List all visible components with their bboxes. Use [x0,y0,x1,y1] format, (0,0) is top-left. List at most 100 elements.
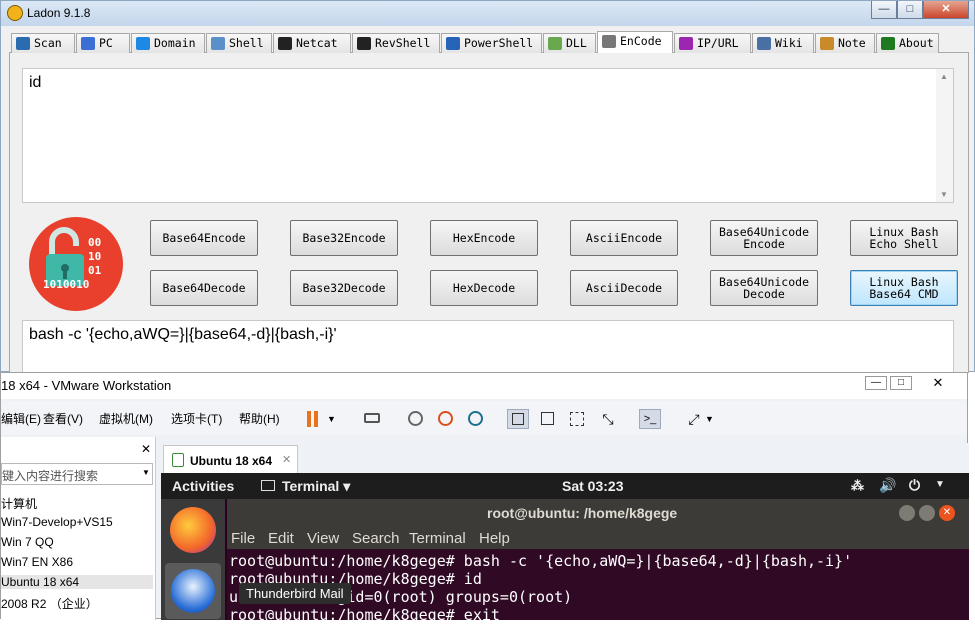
base32decode-button[interactable]: Base32Decode [290,270,398,306]
library-item[interactable]: 2008 R2 （企业） [1,595,98,612]
snapshot-manager-icon[interactable] [465,409,487,429]
base32encode-button[interactable]: Base32Encode [290,220,398,256]
tab-scan[interactable]: Scan [11,33,75,53]
library-item[interactable]: Win7 EN X86 [1,555,73,569]
type-icon [679,37,693,50]
vmware-menu-toolbar: 编辑(E) 查看(V) 虚拟机(M) 选项卡(T) 帮助(H) ▼ ⤡ >_ ⤢… [1,401,967,435]
stretch-dropdown-icon[interactable]: ▼ [705,409,727,429]
fullscreen-icon[interactable] [567,409,589,429]
tab-dll[interactable]: DLL [543,33,596,53]
chevron-down-icon[interactable]: ▼ [327,409,349,429]
terminal-menu-search[interactable]: Search [352,530,400,547]
tab-domain[interactable]: Domain [131,33,205,53]
sidebar-toggle-icon[interactable] [507,409,529,429]
terminal-menu-edit[interactable]: Edit [268,530,294,547]
terminal-menu-view[interactable]: View [307,530,339,547]
output-textbox[interactable]: bash -c '{echo,aWQ=}|{base64,-d}|{bash,-… [22,320,954,380]
terminal-menu-terminal[interactable]: Terminal [409,530,466,547]
tab-pc[interactable]: PC [76,33,130,53]
linux-bash-base64-cmd-button[interactable]: Linux Bash Base64 CMD [850,270,958,306]
close-button[interactable]: ✕ [923,1,969,19]
vm-minimize-button[interactable]: — [865,376,887,390]
tab-wiki[interactable]: Wiki [752,33,814,53]
terminal-view-icon[interactable]: >_ [639,409,661,429]
vmware-title-bar: 18 x64 - VMware Workstation — □ ✕ [1,373,967,399]
snapshot-icon[interactable] [405,409,427,429]
minimize-button[interactable]: — [871,1,897,19]
dock-active-slot [165,563,221,619]
term-minimize-button[interactable] [899,505,915,521]
thunderbird-icon[interactable] [171,569,215,613]
ladon-app-icon [7,5,23,21]
terminal-menu-file[interactable]: File [231,530,255,547]
base64decode-button[interactable]: Base64Decode [150,270,258,306]
term-close-button[interactable]: ✕ [939,505,955,521]
ubuntu-screen: Activities Terminal ▾ Sat 03:23 ⁂ 🔊 ⏻ ▼ … [161,473,969,624]
unity-icon[interactable]: ⤡ [597,409,619,429]
hexencode-button[interactable]: HexEncode [430,220,538,256]
base64unicode-decode-button[interactable]: Base64Unicode Decode [710,270,818,306]
input-scrollbar[interactable]: ▲ ▼ [936,69,953,202]
cmd-icon [357,37,371,50]
wiki-icon [757,37,771,50]
ie-icon [136,37,150,50]
menu-tabs[interactable]: 选项卡(T) [171,410,222,427]
base64unicode-encode-button[interactable]: Base64Unicode Encode [710,220,818,256]
tab-close-icon[interactable]: ✕ [282,453,291,466]
activities-button[interactable]: Activities [172,478,234,494]
terminal-menu-help[interactable]: Help [479,530,510,547]
maximize-button[interactable]: □ [897,1,923,19]
tab-powershell[interactable]: PowerShell [441,33,542,53]
network-icon[interactable]: ⁂ [851,478,864,494]
tab-label: PC [99,36,113,50]
library-item[interactable]: Ubuntu 18 x64 [1,575,153,589]
term-maximize-button[interactable] [919,505,935,521]
tab-ip-url[interactable]: IP/URL [674,33,751,53]
send-ctrl-alt-del-icon[interactable] [361,409,383,429]
clock[interactable]: Sat 03:23 [562,478,623,494]
stretch-icon[interactable]: ⤢ [683,409,705,429]
tab-ubuntu[interactable]: Ubuntu 18 x64 ✕ [163,445,298,473]
vm-close-button[interactable]: ✕ [925,375,951,391]
volume-icon[interactable]: 🔊 [879,477,896,494]
tab-label: IP/URL [697,36,739,50]
hexdecode-button[interactable]: HexDecode [430,270,538,306]
app-menu[interactable]: Terminal ▾ [282,478,350,495]
vm-tab-label: Ubuntu 18 x64 [190,454,273,468]
tab-encode[interactable]: EnCode [597,31,673,54]
menu-help[interactable]: 帮助(H) [239,410,280,427]
asciiencode-button[interactable]: AsciiEncode [570,220,678,256]
scroll-down-icon[interactable]: ▼ [940,190,948,199]
linux-bash-echo-shell-button[interactable]: Linux Bash Echo Shell [850,220,958,256]
pause-icon[interactable] [303,409,325,429]
menu-vm[interactable]: 虚拟机(M) [99,410,153,427]
power-icon[interactable]: ⏻ [909,477,920,494]
menu-edit[interactable]: 编辑(E) [1,410,41,427]
revert-snapshot-icon[interactable] [435,409,457,429]
scroll-up-icon[interactable]: ▲ [940,72,948,81]
svg-text:00: 00 [88,236,101,249]
menu-view[interactable]: 查看(V) [43,410,83,427]
tab-revshell[interactable]: RevShell [352,33,440,53]
library-item[interactable]: Win7-Develop+VS15 [1,515,113,529]
search-dropdown-icon[interactable]: ▼ [142,468,150,477]
base64encode-button[interactable]: Base64Encode [150,220,258,256]
tab-shell[interactable]: Shell [206,33,272,53]
library-item[interactable]: Win 7 QQ [1,535,54,549]
tab-netcat[interactable]: Netcat [273,33,351,53]
input-textbox[interactable]: id ▲ ▼ [22,68,954,203]
vm-maximize-button[interactable]: □ [890,376,912,390]
output-text: bash -c '{echo,aWQ=}|{base64,-d}|{bash,-… [29,326,337,343]
firefox-icon[interactable] [170,507,216,553]
tab-about[interactable]: About [876,33,939,53]
terminal-title: root@ubuntu: /home/k8gege [487,505,678,521]
asciidecode-button[interactable]: AsciiDecode [570,270,678,306]
system-menu-chevron-icon[interactable]: ▼ [935,479,945,490]
console-view-icon[interactable] [537,409,559,429]
lock-logo-icon: 00 10 01 1010010 [29,217,123,311]
tab-label: About [899,36,934,50]
library-close-icon[interactable]: ✕ [141,442,151,456]
tab-note[interactable]: Note [815,33,875,53]
library-item[interactable]: 计算机 [1,495,37,512]
library-search[interactable]: 键入内容进行搜索 ▼ [1,463,153,485]
